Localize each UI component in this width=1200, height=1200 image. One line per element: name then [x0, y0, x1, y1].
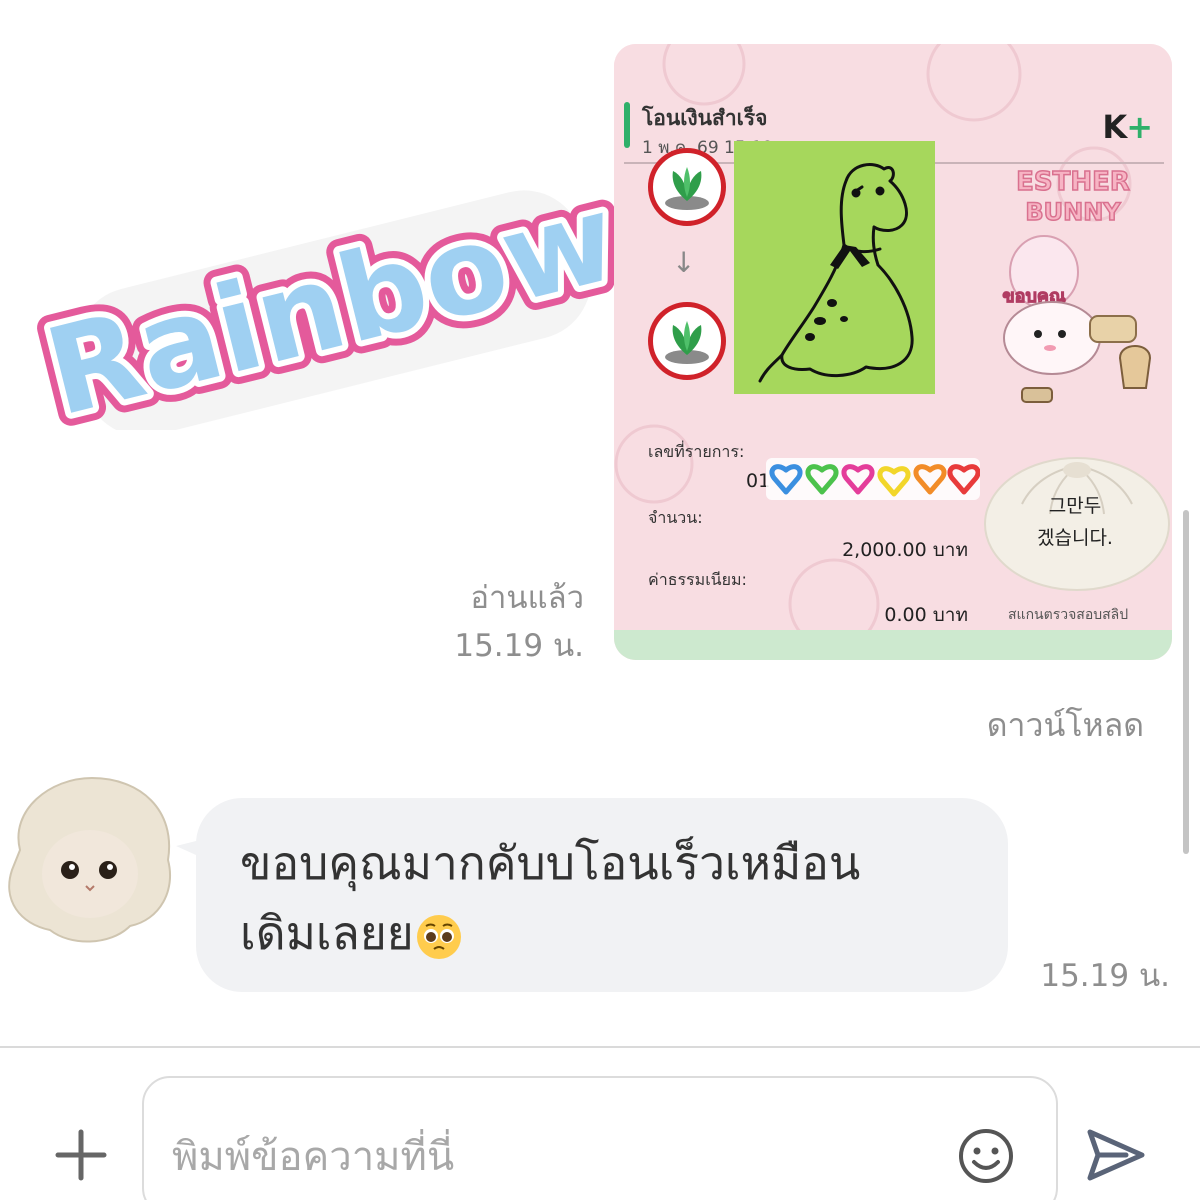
hearts-sticker: [766, 458, 980, 500]
arrow-down-icon: ↓: [672, 246, 696, 279]
incoming-line-2-text: เดิมเลยย: [240, 906, 414, 960]
slip-bottom-band: [614, 630, 1172, 660]
bank-logo-icon: [648, 148, 726, 226]
pleading-face-icon: [416, 914, 461, 959]
incoming-timestamp: 15.19 น.: [1040, 958, 1170, 994]
slip-accent-bar: [624, 102, 630, 148]
sent-timestamp: 15.19 น.: [454, 628, 584, 664]
brand-k: K: [1102, 108, 1127, 146]
slip-fee-label: ค่าธรรมเนียม:: [648, 570, 747, 589]
dumpling-caption-line2: 겠습니다.: [1037, 527, 1113, 549]
sender-avatar[interactable]: [0, 770, 178, 948]
message-placeholder: พิมพ์ข้อความที่นี่: [172, 1134, 455, 1180]
slip-amount-value: 2,000.00 บาท: [842, 539, 968, 561]
incoming-line-2: เดิมเลยย: [240, 898, 980, 968]
dumpling-caption-line1: 그만두: [1048, 495, 1102, 517]
esther-bunny-sticker: ESTHER BUNNY ขอบคุณ: [1002, 166, 1152, 403]
giraffe-sticker: [734, 141, 935, 394]
chat-screen: Rainbow Rainbow Rainbow โอนเงินสำเร็จ 1 …: [0, 0, 1200, 1200]
esther-label-1: ESTHER: [1016, 167, 1130, 197]
esther-label-2: BUNNY: [1025, 198, 1121, 226]
slip-amount-label: จำนวน:: [648, 508, 703, 527]
incoming-line-1: ขอบคุณมากคับบโอนเร็วเหมือน: [240, 836, 861, 890]
kplus-logo: K+: [1102, 108, 1153, 146]
chat-scrollbar[interactable]: [1183, 510, 1189, 854]
send-icon[interactable]: [1086, 1128, 1146, 1182]
brand-plus: +: [1126, 108, 1153, 146]
plus-icon[interactable]: [46, 1120, 116, 1190]
download-link[interactable]: ดาวน์โหลด: [960, 700, 1144, 751]
rice-plant-icon: [665, 167, 709, 210]
rainbow-sticker[interactable]: Rainbow Rainbow Rainbow: [30, 170, 620, 430]
dumpling-caption: 그만두 겠습니다.: [1000, 490, 1150, 554]
bank-logo-icon: [648, 302, 726, 380]
read-receipt: อ่านแล้ว: [470, 580, 584, 616]
smiley-icon[interactable]: [956, 1126, 1016, 1186]
slip-fee-value: 0.00 บาท: [884, 604, 968, 626]
slip-title: โอนเงินสำเร็จ: [642, 106, 768, 130]
incoming-message-text: ขอบคุณมากคับบโอนเร็วเหมือน เดิมเลยย: [240, 828, 980, 968]
slip-ref-label: เลขที่รายการ:: [648, 442, 745, 461]
slip-scan-label: สแกนตรวจสอบสลิป: [1008, 607, 1129, 623]
rice-plant-icon: [665, 321, 709, 364]
